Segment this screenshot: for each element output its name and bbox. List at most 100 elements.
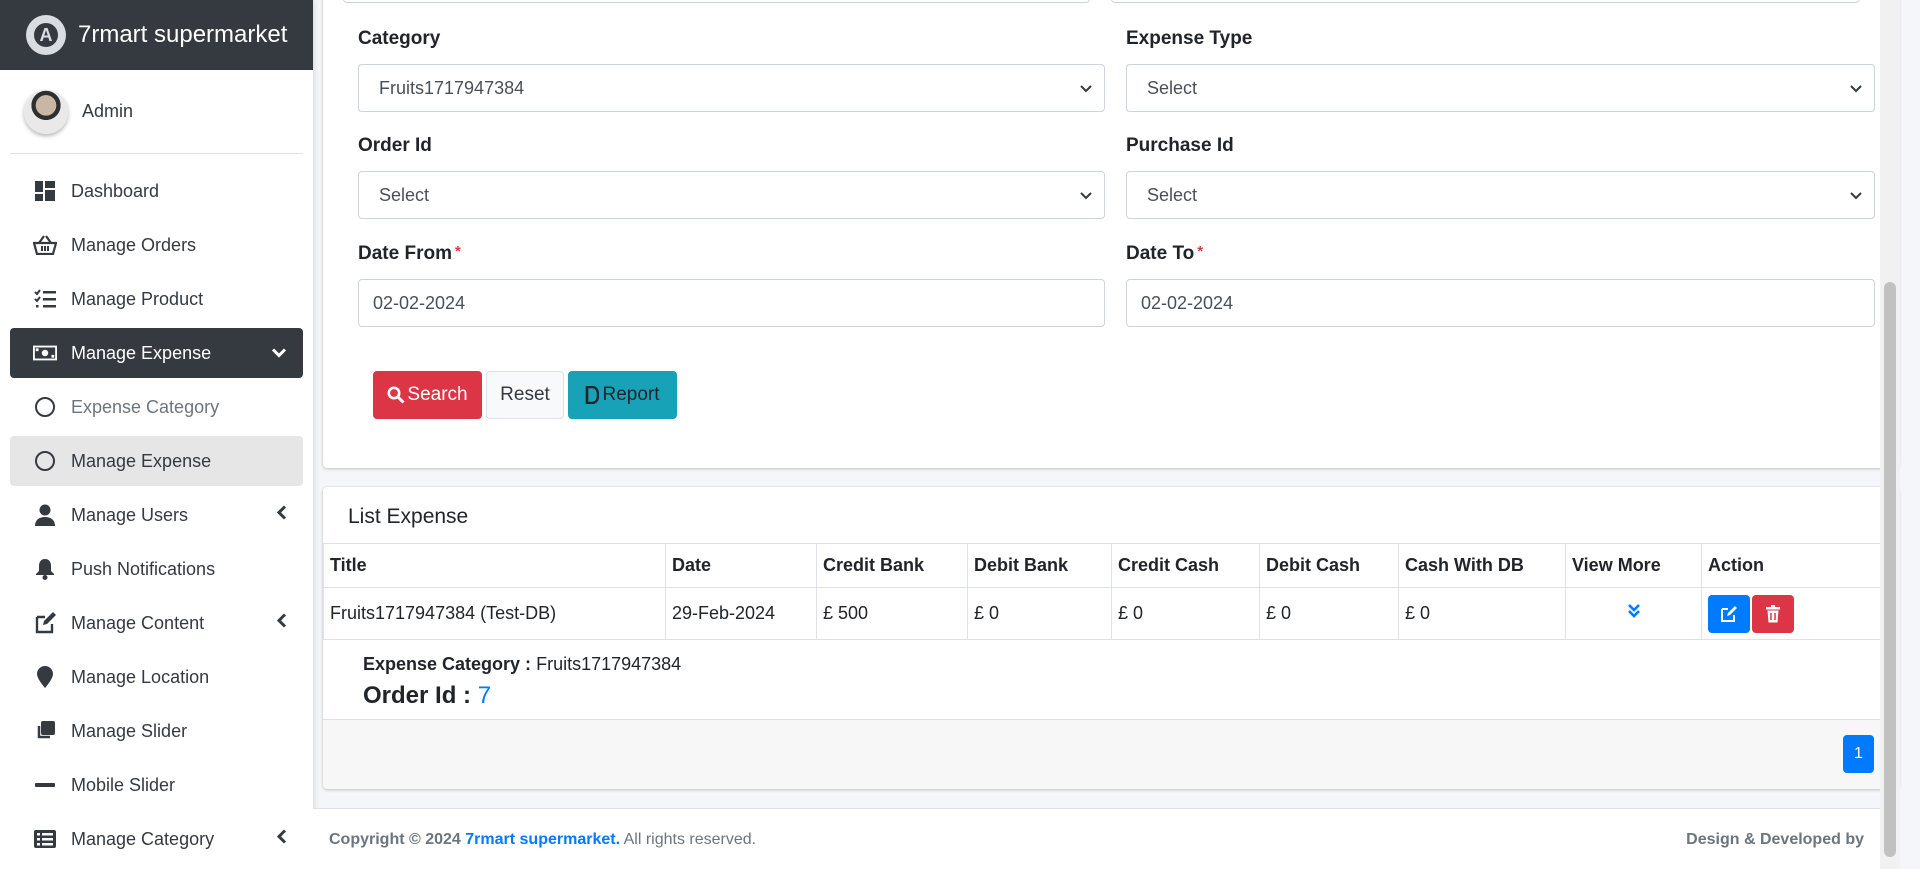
money-bill-icon: [33, 341, 57, 365]
sidebar-item-label: Manage Expense: [71, 450, 212, 471]
cell-date: 29-Feb-2024: [665, 587, 817, 640]
reset-button-label: Reset: [500, 384, 550, 405]
circle-icon: [33, 395, 57, 419]
date-to-input[interactable]: 02-02-2024: [1126, 279, 1875, 327]
sidebar-item-manage-content[interactable]: Manage Content: [10, 598, 303, 648]
chevron-down-icon: [1850, 80, 1862, 96]
required-mark: *: [1197, 243, 1204, 260]
sidebar-item-manage-orders[interactable]: Manage Orders: [10, 220, 303, 270]
cell-cash-with-db: £ 0: [1398, 587, 1566, 640]
top-partial-field[interactable]: [343, 0, 1090, 3]
cell-debit-bank: £ 0: [967, 587, 1112, 640]
sidebar-item-push-notifications[interactable]: Push Notifications: [10, 544, 303, 594]
user-panel[interactable]: Admin: [10, 70, 303, 154]
table-header-row: Title Date Credit Bank Debit Bank Credit…: [323, 543, 1899, 588]
purchase-id-select-value: Select: [1147, 184, 1198, 205]
sidebar-item-manage-location[interactable]: Manage Location: [10, 652, 303, 702]
column-header: View More: [1565, 543, 1702, 588]
avatar: [24, 89, 68, 134]
date-to-label: Date To *: [1126, 243, 1204, 264]
list-footer: 1: [323, 720, 1899, 789]
column-header: Credit Bank: [816, 543, 968, 588]
sidebar-item-label: Manage Users: [71, 504, 189, 525]
search-icon: [387, 386, 405, 404]
sidebar-item-label: Dashboard: [71, 180, 160, 201]
chevron-left-icon: [276, 505, 287, 526]
angle-double-down-icon[interactable]: [1627, 603, 1641, 619]
search-button[interactable]: Search: [373, 371, 482, 419]
sidebar-item-label: Manage Location: [71, 666, 210, 687]
copyright-text: Copyright © 2024 7rmart supermarket. All…: [329, 831, 757, 848]
sidebar-item-manage-product[interactable]: Manage Product: [10, 274, 303, 324]
report-button[interactable]: Report: [568, 371, 677, 419]
category-select[interactable]: Fruits1717947384: [358, 64, 1105, 112]
pagination-page-1[interactable]: 1: [1843, 735, 1874, 773]
column-header: Cash With DB: [1398, 543, 1566, 588]
top-partial-field[interactable]: [1111, 0, 1860, 3]
category-select-value: Fruits1717947384: [379, 77, 525, 98]
list-expense-card: List Expense Title Date Credit Bank Debi…: [323, 487, 1899, 789]
chevron-left-icon: [276, 829, 287, 850]
brand-logo-icon: A: [26, 15, 66, 55]
bell-icon: [33, 557, 57, 581]
clone-icon: [33, 719, 57, 743]
user-name: Admin: [82, 101, 134, 121]
report-file-icon: [585, 386, 600, 404]
chevron-down-icon: [1080, 80, 1092, 96]
column-header: Title: [323, 543, 666, 588]
detail-expense-category: Expense Category : Fruits1717947384: [363, 654, 682, 674]
expense-type-select[interactable]: Select: [1126, 64, 1875, 112]
edit-icon: [1720, 605, 1738, 623]
sidebar-item-label: Push Notifications: [71, 558, 216, 579]
sidebar-item-label: Manage Orders: [71, 234, 197, 255]
date-to-value: 02-02-2024: [1141, 292, 1234, 313]
sidebar-item-dashboard[interactable]: Dashboard: [10, 166, 303, 216]
chevron-down-icon: [1850, 187, 1862, 203]
sidebar-item-manage-expense-sub[interactable]: Manage Expense: [10, 436, 303, 486]
sidebar-item-manage-users[interactable]: Manage Users: [10, 490, 303, 540]
company-link[interactable]: 7rmart supermarket.: [465, 831, 620, 848]
cell-credit-cash: £ 0: [1111, 587, 1260, 640]
delete-button[interactable]: [1752, 594, 1794, 633]
circle-icon: [33, 449, 57, 473]
sidebar-item-mobile-slider[interactable]: Mobile Slider: [10, 760, 303, 810]
column-header: Debit Cash: [1259, 543, 1399, 588]
scrollbar-thumb[interactable]: [1884, 282, 1896, 857]
brand-name: 7rmart supermarket: [78, 21, 288, 48]
required-mark: *: [454, 243, 461, 260]
column-header: Date: [665, 543, 817, 588]
sidebar-item-label: Manage Slider: [71, 720, 188, 741]
action-cell: [1701, 587, 1899, 640]
sidebar-item-expense-category[interactable]: Expense Category: [10, 382, 303, 432]
purchase-id-label: Purchase Id: [1126, 135, 1234, 156]
purchase-id-select[interactable]: Select: [1126, 171, 1875, 219]
sidebar-item-manage-expense[interactable]: Manage Expense: [10, 328, 303, 378]
date-from-label: Date From *: [358, 243, 461, 264]
tasks-icon: [33, 287, 57, 311]
brand-link[interactable]: A 7rmart supermarket: [0, 0, 313, 70]
edit-button[interactable]: [1708, 594, 1750, 633]
column-header: Debit Bank: [967, 543, 1112, 588]
dashboard-icon: [33, 179, 57, 203]
sidebar-item-label: Mobile Slider: [71, 774, 176, 795]
table-row: Fruits1717947384 (Test-DB) 29-Feb-2024 £…: [323, 587, 1899, 640]
scrollbar[interactable]: [1880, 0, 1900, 869]
sidebar-nav: Dashboard Manage Orders Manage Product M…: [0, 154, 313, 864]
detail-order-id: Order Id : 7: [363, 682, 492, 709]
sidebar-item-label: Manage Content: [71, 612, 205, 633]
developer-credit: Design & Developed by: [1686, 831, 1864, 848]
report-button-label: Report: [602, 384, 660, 405]
sidebar-item-manage-slider[interactable]: Manage Slider: [10, 706, 303, 756]
reset-button[interactable]: Reset: [486, 371, 564, 419]
sidebar-item-manage-category[interactable]: Manage Category: [10, 814, 303, 864]
sidebar: A 7rmart supermarket Admin Dashboard Man…: [0, 0, 313, 869]
view-more-cell: [1565, 587, 1702, 640]
column-header: Credit Cash: [1111, 543, 1260, 588]
sidebar-item-label: Manage Product: [71, 288, 204, 309]
order-id-label: Order Id: [358, 135, 432, 156]
user-icon: [33, 503, 57, 527]
expense-table: Title Date Credit Bank Debit Bank Credit…: [323, 543, 1899, 640]
date-from-input[interactable]: 02-02-2024: [358, 279, 1105, 327]
order-id-select[interactable]: Select: [358, 171, 1105, 219]
list-icon: [33, 827, 57, 851]
